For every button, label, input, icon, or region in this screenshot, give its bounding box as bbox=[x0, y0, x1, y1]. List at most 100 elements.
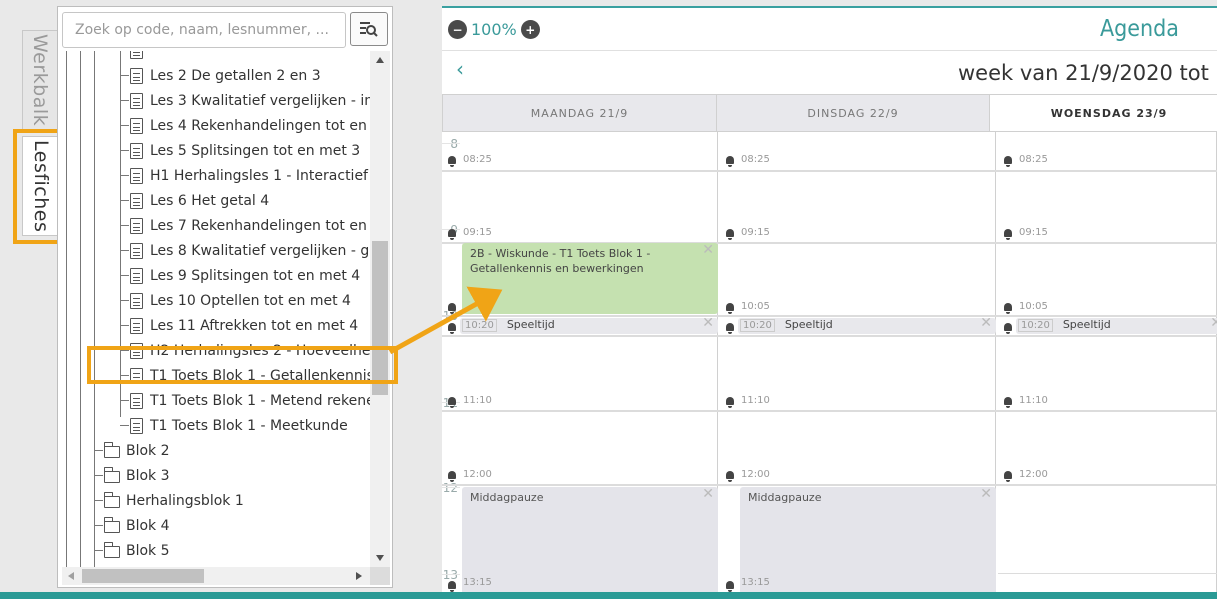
tree-item-folder[interactable]: Blok 5 bbox=[94, 538, 170, 563]
screen: Werkbalk Lesfiches Les 2 De ge bbox=[0, 0, 1217, 599]
document-icon bbox=[130, 92, 143, 109]
hour-label: 13 bbox=[442, 568, 458, 582]
tree-item-label: Les 9 Splitsingen tot en met 4 bbox=[150, 267, 361, 284]
scroll-left-icon[interactable] bbox=[68, 572, 74, 580]
slot-divider bbox=[442, 315, 1217, 317]
tree-item-lesson[interactable]: Les 11 Aftrekken tot en met 4 bbox=[120, 313, 358, 338]
event-middagpauze[interactable]: Middagpauze ✕ bbox=[462, 487, 718, 592]
bell-icon bbox=[726, 397, 734, 408]
close-icon[interactable]: ✕ bbox=[1210, 318, 1217, 330]
tab-werkbalk-label: Werkbalk bbox=[29, 33, 51, 127]
bell-icon bbox=[1004, 397, 1012, 408]
bell-icon bbox=[448, 471, 456, 482]
tree-item-label: T1 Toets Blok 1 - Metend rekenen bbox=[150, 392, 370, 409]
slot-time: 10:05 bbox=[741, 301, 770, 312]
tree-horizontal-scrollbar[interactable] bbox=[62, 567, 370, 585]
week-label: week van 21/9/2020 tot 2 bbox=[958, 61, 1217, 85]
close-icon[interactable]: ✕ bbox=[702, 487, 714, 502]
scroll-thumb[interactable] bbox=[82, 569, 204, 583]
tree-item-lesson[interactable]: Les 6 Het getal 4 bbox=[120, 188, 269, 213]
tree-item-lesson[interactable]: T1 Toets Blok 1 - Meetkunde bbox=[120, 413, 348, 438]
tree-item-label: Les 11 Aftrekken tot en met 4 bbox=[150, 317, 359, 334]
bell-icon bbox=[726, 303, 734, 314]
day-headers: MAANDAG 21/9 DINSDAG 22/9 WOENSDAG 23/9 bbox=[442, 94, 1217, 132]
close-icon[interactable]: ✕ bbox=[980, 487, 992, 502]
scroll-thumb[interactable] bbox=[372, 241, 388, 395]
bell-icon bbox=[448, 323, 456, 334]
event-time: 10:20 bbox=[462, 319, 497, 332]
slot-time: 09:15 bbox=[741, 227, 770, 238]
event-wiskunde[interactable]: 2B - Wiskunde - T1 Toets Blok 1 - Getall… bbox=[462, 243, 718, 314]
scroll-right-icon[interactable] bbox=[356, 572, 362, 580]
tree-item-label: Les 8 Kwalitatief vergelijken - gewich bbox=[150, 242, 370, 259]
slot-time: 12:00 bbox=[463, 469, 492, 480]
tree-item-folder[interactable]: Blok 4 bbox=[94, 513, 170, 538]
event-middagpauze[interactable]: Middagpauze ✕ bbox=[740, 487, 996, 592]
document-icon bbox=[130, 167, 143, 184]
tree-item-label: Blok 2 bbox=[126, 442, 170, 459]
day-header-wednesday[interactable]: WOENSDAG 23/9 bbox=[989, 94, 1217, 132]
bell-icon bbox=[1004, 303, 1012, 314]
lesson-tree: Les 2 De getallen 2 en 3 Les 3 Kwalitatie… bbox=[58, 51, 370, 567]
zoom-out-icon[interactable]: − bbox=[448, 20, 467, 39]
folder-icon bbox=[103, 491, 120, 508]
tree-item-label: Les 4 Rekenhandelingen tot en met 3 bbox=[150, 117, 370, 134]
tree-item-lesson[interactable]: Les 7 Rekenhandelingen tot en met 4 bbox=[120, 213, 370, 238]
slot-time: 09:15 bbox=[1019, 227, 1048, 238]
tree-item-folder[interactable]: Herhalingsblok 1 bbox=[94, 488, 244, 513]
event-title: Middagpauze bbox=[470, 491, 544, 504]
event-speeltijd[interactable]: 10:20 Speeltijd ✕ bbox=[460, 318, 718, 334]
tree-item-lesson[interactable]: Les 2 De getallen 2 en 3 bbox=[120, 63, 321, 88]
tree-item-lesson[interactable]: Les 10 Optellen tot en met 4 bbox=[120, 288, 351, 313]
tree-item-lesson[interactable]: H2 Herhalingsles 2 - Hoeveelheden e bbox=[120, 338, 370, 363]
tree-item-label: Les 10 Optellen tot en met 4 bbox=[150, 292, 351, 309]
event-title: Speeltijd bbox=[784, 318, 833, 331]
tree-vertical-scrollbar[interactable] bbox=[370, 51, 390, 567]
bell-icon bbox=[448, 397, 456, 408]
previous-week-button[interactable]: ‹ bbox=[456, 57, 464, 81]
search-list-button[interactable] bbox=[350, 12, 388, 46]
close-icon[interactable]: ✕ bbox=[702, 318, 714, 330]
zoom-in-icon[interactable]: + bbox=[520, 20, 540, 39]
tree-item-lesson[interactable]: Les 5 Splitsingen tot en met 3 bbox=[120, 138, 360, 163]
scroll-up-icon[interactable] bbox=[376, 57, 384, 63]
day-column[interactable] bbox=[996, 132, 1217, 592]
tree-item-lesson[interactable]: Les 9 Splitsingen tot en met 4 bbox=[120, 263, 360, 288]
tree-item-lesson[interactable]: Les 8 Kwalitatief vergelijken - gewich bbox=[120, 238, 370, 263]
folder-icon bbox=[103, 541, 120, 558]
tree-item-lesson[interactable]: Les 4 Rekenhandelingen tot en met 3 bbox=[120, 113, 370, 138]
day-header-tuesday[interactable]: DINSDAG 22/9 bbox=[716, 94, 990, 132]
slot-divider bbox=[998, 573, 1217, 574]
day-header-monday[interactable]: MAANDAG 21/9 bbox=[442, 94, 717, 132]
scroll-down-icon[interactable] bbox=[376, 555, 384, 561]
tree-item-label: Les 2 De getallen 2 en 3 bbox=[150, 67, 321, 84]
tree-item-lesson[interactable]: Les 3 Kwalitatief vergelijken - inhoud bbox=[120, 88, 370, 113]
document-icon bbox=[130, 142, 143, 159]
event-speeltijd[interactable]: 10:20 Speeltijd ✕ bbox=[1016, 318, 1217, 334]
bell-icon bbox=[1004, 229, 1012, 240]
tree-item-lesson[interactable]: H1 Herhalingsles 1 - Interactief poppe bbox=[120, 163, 370, 188]
document-icon bbox=[130, 267, 143, 284]
tab-lesfiches-label: Lesfiches bbox=[30, 139, 52, 233]
close-icon[interactable]: ✕ bbox=[702, 243, 714, 258]
close-icon[interactable]: ✕ bbox=[980, 318, 992, 330]
bell-icon bbox=[1004, 323, 1012, 334]
document-icon bbox=[130, 67, 143, 84]
tab-lesfiches[interactable]: Lesfiches bbox=[22, 136, 60, 236]
tree-item-label: H1 Herhalingsles 1 - Interactief poppe bbox=[150, 167, 370, 184]
tree-item-lesson[interactable]: T1 Toets Blok 1 - Getallenkennis en be bbox=[120, 363, 370, 388]
bell-icon bbox=[726, 323, 734, 334]
tab-werkbalk[interactable]: Werkbalk bbox=[22, 30, 58, 130]
gutter-line bbox=[442, 574, 460, 575]
bell-icon bbox=[1004, 156, 1012, 167]
folder-icon bbox=[103, 466, 120, 483]
tree-item-folder[interactable]: Blok 2 bbox=[94, 438, 170, 463]
tree-item-label: Blok 4 bbox=[126, 517, 170, 534]
bell-icon bbox=[448, 156, 456, 167]
search-list-icon bbox=[360, 22, 378, 37]
search-field[interactable] bbox=[62, 12, 346, 48]
tree-item-folder[interactable]: Blok 3 bbox=[94, 463, 170, 488]
event-speeltijd[interactable]: 10:20 Speeltijd ✕ bbox=[738, 318, 996, 334]
tree-item-lesson[interactable]: T1 Toets Blok 1 - Metend rekenen bbox=[120, 388, 370, 413]
search-input[interactable] bbox=[63, 13, 345, 47]
